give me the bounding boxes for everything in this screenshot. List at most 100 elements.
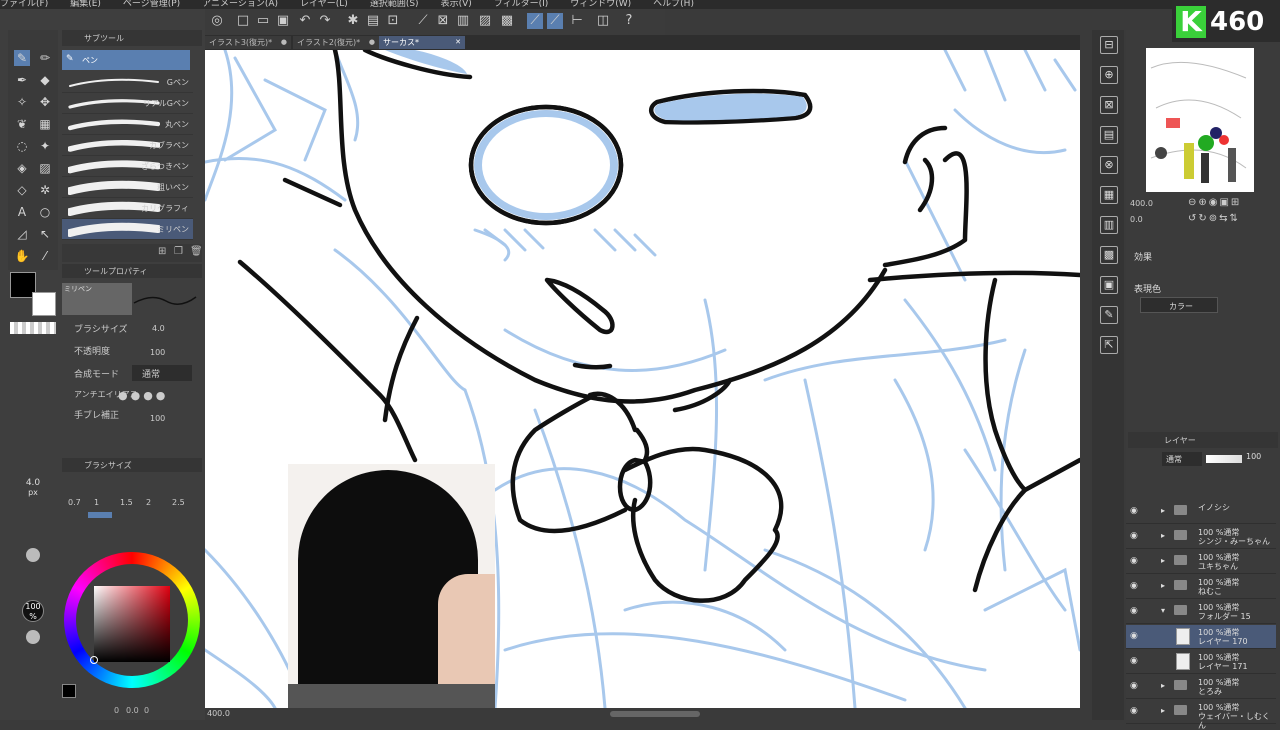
select-layer-icon[interactable]: ◫ (595, 13, 611, 29)
clear-icon[interactable]: ✱ (345, 13, 361, 29)
search-icon[interactable]: ⊕ (1100, 66, 1118, 84)
saturation-square[interactable] (94, 586, 170, 662)
scroll-thumb[interactable] (610, 711, 700, 717)
expand-arrow-icon[interactable]: ▸ (1161, 681, 1165, 690)
menu-layer[interactable]: レイヤー(L) (300, 0, 348, 9)
layer-row[interactable]: ◉ ▸ 100 %通常 ねむこ (1126, 575, 1276, 599)
tab-illust3[interactable]: イラスト3(復元)* ● (205, 36, 291, 49)
transform-icon[interactable]: ⊡ (385, 13, 401, 29)
opacity-slider-knob[interactable] (26, 630, 40, 644)
opacity-row[interactable]: 不透明度 100 (62, 343, 198, 363)
hand-icon[interactable]: ✋ (14, 248, 30, 264)
ruler-snap-icon[interactable]: ▩ (499, 13, 515, 29)
gradient-icon[interactable]: ▨ (37, 160, 53, 176)
balloon-icon[interactable]: ○ (37, 204, 53, 220)
nav-angle-row[interactable]: 0.0 ↺↻⊚⇆⇅ (1128, 213, 1278, 228)
nav-zoom-row[interactable]: 400.0 ⊖⊕◉▣⊞ (1128, 197, 1278, 212)
menu-select[interactable]: 選択範囲(S) (370, 0, 419, 9)
brush-size-option[interactable]: 0.7 (68, 498, 81, 507)
eye-icon[interactable]: ◉ (1130, 657, 1138, 666)
layer-row[interactable]: ◉ ▸ 100 %通常 シンジ・みーちゃん (1126, 525, 1276, 549)
edit-icon[interactable]: ✎ (1100, 306, 1118, 324)
grid-icon[interactable]: ▦ (37, 116, 53, 132)
move-icon[interactable]: ✥ (37, 94, 53, 110)
operation-icon[interactable]: ↖ (37, 226, 53, 242)
color-picker-cursor[interactable] (90, 656, 98, 664)
material-icon[interactable]: ▦ (1100, 186, 1118, 204)
tab-close-icon[interactable]: ● (281, 36, 287, 49)
eye-icon[interactable]: ◉ (1130, 607, 1138, 616)
save-icon[interactable]: ▣ (275, 13, 291, 29)
eyedropper-icon[interactable]: ⁄ (37, 248, 53, 264)
brush-item[interactable]: ざらつきペン (62, 156, 193, 177)
brush-item[interactable]: Gペン (62, 72, 193, 93)
nav-angle-value[interactable]: 0.0 (1130, 215, 1143, 224)
item-bank-icon[interactable]: ▩ (1100, 246, 1118, 264)
close-panel-icon[interactable]: ⊠ (1100, 96, 1118, 114)
eye-icon[interactable]: ◉ (1130, 682, 1138, 691)
layer-row[interactable]: ◉ ▸ イノシシ (1126, 500, 1276, 524)
sub-view-icon[interactable]: ▥ (1100, 216, 1118, 234)
open-icon[interactable]: ▭ (255, 13, 271, 29)
lasso-icon[interactable]: ◌ (14, 138, 30, 154)
brush-item[interactable]: 粗いペン (62, 177, 193, 198)
shape-icon[interactable]: ◇ (14, 182, 30, 198)
eye-icon[interactable]: ◉ (1130, 532, 1138, 541)
fill-icon[interactable]: ◈ (14, 160, 30, 176)
new-icon[interactable]: □ (235, 13, 251, 29)
copy-subtool-icon[interactable]: ❐ (174, 246, 183, 257)
layer-row[interactable]: ◉ 100 %通常 レイヤー 170 (1126, 625, 1276, 649)
layer-opacity-slider[interactable] (1206, 455, 1242, 463)
layer-row[interactable]: ◉ ▸ 100 %通常 とろみ (1126, 675, 1276, 699)
brush-item[interactable]: カリグラフィ (62, 198, 193, 219)
deselect-icon[interactable]: ⟋ (415, 13, 431, 29)
text-tool-icon[interactable]: A (14, 204, 30, 220)
fill-layer-icon[interactable]: ▤ (365, 13, 381, 29)
tab-close-icon[interactable]: ✕ (455, 36, 461, 49)
expand-arrow-icon[interactable]: ▸ (1161, 706, 1165, 715)
brush-tool-icon[interactable]: ✒ (14, 72, 30, 88)
size-slider-knob[interactable] (26, 548, 40, 562)
expand-arrow-icon[interactable]: ▸ (1161, 531, 1165, 540)
brush-size-row[interactable]: ブラシサイズ 4.0 (62, 319, 198, 339)
navigator-thumbnail[interactable] (1146, 48, 1254, 192)
layer-row[interactable]: ◉ ▸ 100 %通常 ウェイバー・しむくん (1126, 700, 1276, 730)
expression-color-select[interactable]: カラー (1140, 297, 1218, 313)
redo-icon[interactable]: ↷ (317, 13, 333, 29)
brush-size-option[interactable]: 1.5 (120, 498, 133, 507)
opacity-value[interactable]: 100 (150, 348, 165, 357)
brush-size-option[interactable]: 2.5 (172, 498, 185, 507)
nav-zoom-buttons-icon[interactable]: ⊖⊕◉▣⊞ (1188, 197, 1241, 208)
layer-row[interactable]: ◉ ▾ 100 %通常 フォルダー 15 (1126, 600, 1276, 624)
animation-icon[interactable]: ▣ (1100, 276, 1118, 294)
export-icon[interactable]: ⇱ (1100, 336, 1118, 354)
vertical-scrollbar[interactable] (1080, 50, 1092, 720)
snap-ruler-icon[interactable]: ⟋ (527, 13, 543, 29)
horizontal-scrollbar[interactable]: 400.0 (205, 708, 1080, 720)
navigator-icon[interactable]: ⊟ (1100, 36, 1118, 54)
sub-color-swatch[interactable] (32, 292, 56, 316)
menu-filter[interactable]: フィルター(I) (494, 0, 549, 9)
layer-blend-select[interactable]: 通常 (1162, 452, 1202, 466)
expand-arrow-icon[interactable]: ▸ (1161, 556, 1165, 565)
tab-illust2[interactable]: イラスト2(復元)* ● (293, 36, 379, 49)
eye-icon[interactable]: ◉ (1130, 632, 1138, 641)
add-subtool-icon[interactable]: ⊞ (158, 246, 166, 257)
snap-grid-icon[interactable]: ⊢ (569, 13, 585, 29)
ruler-icon[interactable]: ◿ (14, 226, 30, 242)
subtool-group-tab[interactable]: ✎ ペン (62, 50, 190, 70)
eye-icon[interactable]: ◉ (1130, 582, 1138, 591)
brush-size-option[interactable]: 1 (94, 498, 99, 507)
color-wheel-panel[interactable] (62, 550, 202, 690)
transparent-color-swatch[interactable] (10, 322, 56, 334)
menu-anim[interactable]: アニメーション(A) (202, 0, 278, 9)
brush-item[interactable]: ミリペン (62, 219, 193, 240)
layer-property-icon[interactable]: ▤ (1100, 126, 1118, 144)
layer-row[interactable]: ◉ 100 %通常 レイヤー 171 (1126, 650, 1276, 674)
menu-page[interactable]: ページ管理(P) (123, 0, 180, 9)
expand-icon[interactable]: ▥ (455, 13, 471, 29)
brush-item[interactable]: 丸ペン (62, 114, 193, 135)
menu-view[interactable]: 表示(V) (441, 0, 472, 9)
snap-special-icon[interactable]: ⟋ (547, 13, 563, 29)
blend-select[interactable]: 通常 (132, 365, 192, 381)
